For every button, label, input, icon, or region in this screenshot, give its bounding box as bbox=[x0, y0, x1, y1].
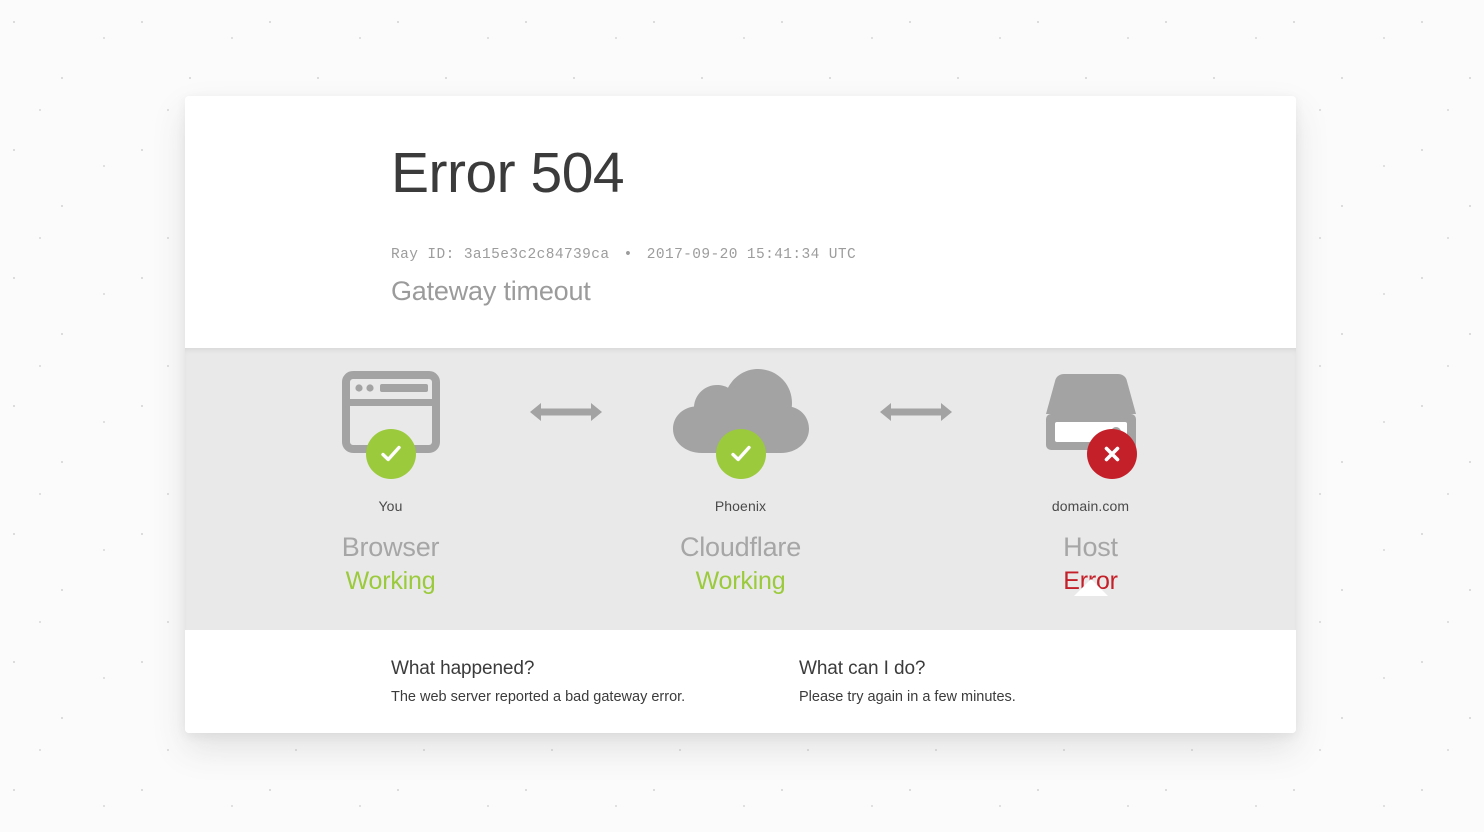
double-arrow-icon bbox=[529, 403, 602, 421]
cross-badge-icon bbox=[1086, 429, 1137, 479]
layer-name-browser: Browser bbox=[341, 532, 440, 562]
footer-answer: Please try again in a few minutes. bbox=[799, 689, 1016, 705]
footer-question: What can I do? bbox=[799, 658, 926, 679]
status-column-cloudflare: Phoenix Cloudflare Working bbox=[621, 348, 861, 596]
ray-id-label: Ray ID: bbox=[391, 246, 455, 263]
footer-what-can-i-do: What can I do? Please try again in a few… bbox=[799, 658, 1207, 733]
page-title: Error 504 bbox=[391, 141, 625, 205]
status-column-browser: You Browser Working bbox=[271, 348, 511, 596]
cloud-icon-wrap bbox=[621, 359, 861, 479]
double-arrow-icon bbox=[879, 403, 952, 421]
footer-answer: The web server reported a bad gateway er… bbox=[391, 689, 686, 705]
connector-browser-cloudflare bbox=[511, 348, 621, 465]
host-error-pointer bbox=[1073, 579, 1108, 596]
check-badge-icon bbox=[715, 429, 766, 479]
ray-timestamp: 2017-09-20 15:41:34 UTC bbox=[646, 246, 857, 263]
footer-what-happened: What happened? The web server reported a… bbox=[391, 658, 799, 733]
check-badge-icon bbox=[365, 429, 416, 479]
cross-icon bbox=[1104, 446, 1119, 462]
check-icon bbox=[730, 445, 751, 462]
host-name-origin: domain.com bbox=[1051, 498, 1130, 514]
card-header: Error 504 Ray ID: 3a15e3c2c84739ca • 201… bbox=[185, 96, 1296, 348]
check-icon bbox=[380, 445, 401, 462]
card-footer: What happened? The web server reported a… bbox=[185, 630, 1296, 733]
ray-separator: • bbox=[623, 246, 633, 263]
browser-icon-wrap bbox=[271, 359, 511, 479]
error-card: Error 504 Ray ID: 3a15e3c2c84739ca • 201… bbox=[185, 96, 1296, 733]
layer-status-browser: Working bbox=[345, 567, 436, 595]
status-column-host: domain.com Host Error bbox=[971, 348, 1211, 596]
status-row: You Browser Working Phoenix Cloudflare W… bbox=[185, 348, 1296, 630]
layer-name-host: Host bbox=[1063, 532, 1118, 562]
host-name-browser: You bbox=[378, 498, 403, 514]
status-band: You Browser Working Phoenix Cloudflare W… bbox=[185, 348, 1296, 630]
layer-status-cloudflare: Working bbox=[695, 567, 786, 595]
ray-id-line: Ray ID: 3a15e3c2c84739ca • 2017-09-20 15… bbox=[391, 247, 1296, 263]
host-name-cloudflare: Phoenix bbox=[714, 498, 767, 514]
page-subtitle: Gateway timeout bbox=[391, 275, 591, 306]
connector-cloudflare-host bbox=[861, 348, 971, 465]
ray-id-value: 3a15e3c2c84739ca bbox=[463, 246, 610, 263]
layer-name-cloudflare: Cloudflare bbox=[679, 532, 802, 562]
footer-question: What happened? bbox=[391, 658, 535, 679]
server-icon-wrap bbox=[971, 359, 1211, 479]
